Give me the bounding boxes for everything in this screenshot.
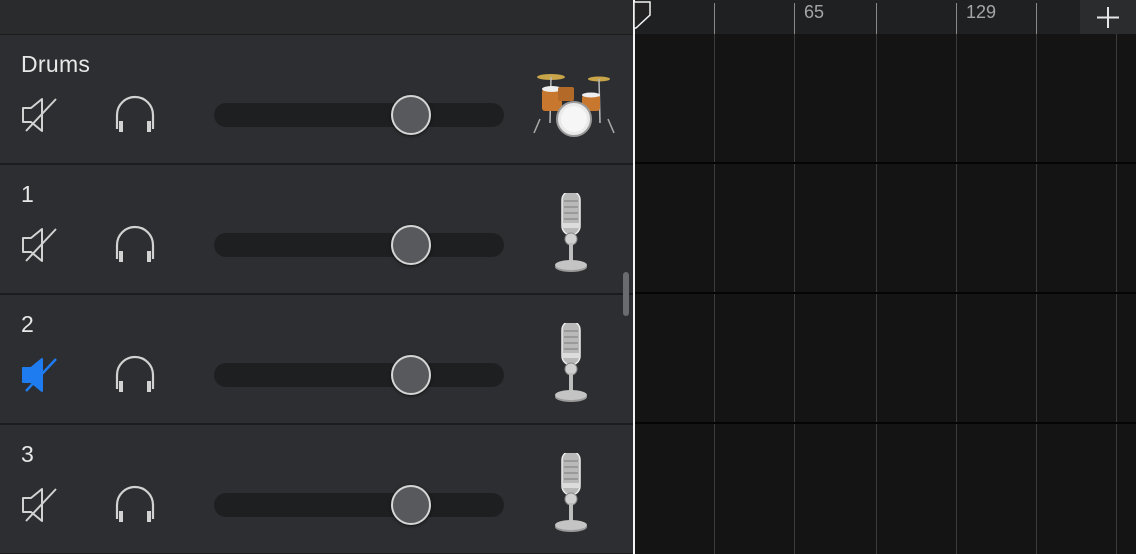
ruler-label: 65	[804, 2, 825, 22]
track-list-scrollbar[interactable]	[623, 272, 629, 316]
speaker-muted-icon	[22, 358, 57, 392]
ruler-tick	[876, 3, 877, 34]
mute-button[interactable]	[20, 95, 60, 135]
speaker-muted-icon	[22, 98, 57, 132]
volume-slider[interactable]	[214, 95, 504, 135]
volume-slider[interactable]	[214, 225, 504, 265]
speaker-muted-icon	[22, 488, 57, 522]
mute-button-active[interactable]	[20, 355, 60, 395]
add-button[interactable]	[1080, 0, 1136, 34]
volume-slider-knob[interactable]	[391, 485, 432, 525]
bar-gridline	[956, 34, 957, 554]
microphone-icon[interactable]	[528, 320, 620, 415]
ruler-tick	[714, 3, 715, 34]
lane-separator	[635, 162, 1136, 164]
bar-gridline	[1116, 34, 1117, 554]
volume-slider-knob[interactable]	[391, 225, 432, 265]
bar-gridline	[714, 34, 715, 554]
headphones-icon	[115, 485, 155, 522]
track-name: 2	[21, 311, 35, 337]
timeline-area[interactable]	[635, 0, 1136, 554]
solo-button[interactable]	[112, 93, 158, 137]
volume-slider-knob[interactable]	[391, 355, 432, 395]
headphones-icon	[115, 95, 155, 132]
headphones-icon	[115, 355, 155, 392]
bar-gridline	[794, 34, 795, 554]
microphone-icon[interactable]	[528, 190, 620, 285]
ruler-tick	[794, 3, 795, 34]
volume-slider[interactable]	[214, 355, 504, 395]
solo-button[interactable]	[112, 483, 158, 527]
mute-button[interactable]	[20, 225, 60, 265]
microphone-icon[interactable]	[528, 450, 620, 545]
volume-slider[interactable]	[214, 485, 504, 525]
speaker-muted-icon	[22, 228, 57, 262]
solo-button[interactable]	[112, 353, 158, 397]
drum-kit-icon[interactable]	[528, 63, 620, 155]
track-header-2[interactable]: 2	[0, 295, 634, 425]
lane-separator	[635, 292, 1136, 294]
track-name: 3	[21, 441, 35, 467]
track-header-drums[interactable]: Drums	[0, 35, 634, 165]
playhead-line[interactable]	[633, 0, 635, 554]
headphones-icon	[115, 225, 155, 262]
solo-button[interactable]	[112, 223, 158, 267]
ruler-label: 129	[966, 2, 997, 22]
lane-separator	[635, 422, 1136, 424]
bar-gridline	[876, 34, 877, 554]
timeline-ruler[interactable]	[635, 0, 1136, 34]
track-headers-topbar	[0, 0, 634, 35]
track-header-1[interactable]: 1	[0, 165, 634, 295]
track-name: Drums	[21, 51, 91, 77]
plus-icon	[1097, 7, 1119, 28]
track-header-3[interactable]: 3	[0, 425, 634, 554]
volume-slider-knob[interactable]	[391, 95, 432, 135]
playhead-marker[interactable]	[633, 1, 651, 29]
bar-gridline	[1036, 34, 1037, 554]
ruler-tick	[956, 3, 957, 34]
ruler-tick	[1036, 3, 1037, 34]
track-name: 1	[21, 181, 35, 207]
mute-button[interactable]	[20, 485, 60, 525]
